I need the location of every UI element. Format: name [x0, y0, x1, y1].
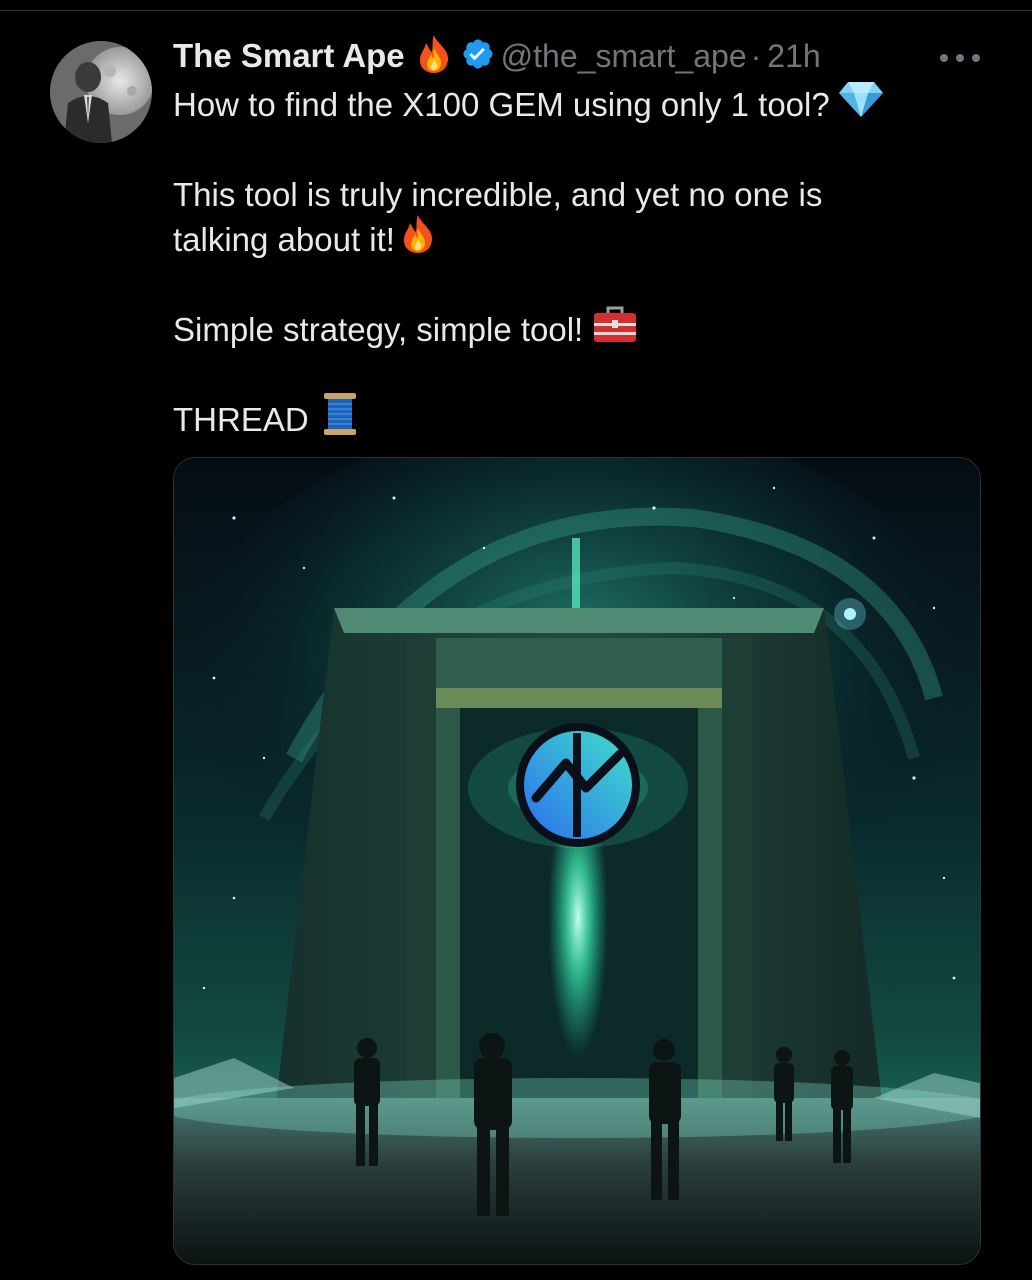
separator-dot: ·	[750, 37, 762, 74]
more-options-icon[interactable]	[940, 48, 980, 68]
tweet-text: How to find the X100 GEM using only 1 to…	[173, 82, 973, 442]
avatar[interactable]	[50, 41, 152, 143]
toolbox-icon	[593, 304, 637, 355]
spool-of-thread-icon	[323, 392, 357, 447]
text-line-1-content: How to find the X100 GEM using only 1 to…	[173, 86, 830, 123]
text-line-2-content: This tool is truly incredible, and yet n…	[173, 176, 823, 213]
text-line-4-content: Simple strategy, simple tool!	[173, 311, 584, 348]
top-divider	[0, 10, 1032, 11]
fire-icon	[401, 214, 435, 265]
text-line-3-content: talking about it!	[173, 221, 395, 258]
display-name[interactable]: The Smart Ape	[173, 37, 405, 75]
text-line-1: How to find the X100 GEM using only 1 to…	[173, 82, 973, 127]
text-line-5: THREAD	[173, 393, 973, 442]
portal-illustration	[174, 458, 980, 1264]
text-line-4: Simple strategy, simple tool!	[173, 304, 973, 355]
gem-icon	[838, 80, 884, 129]
timestamp[interactable]: 21h	[767, 38, 820, 75]
verified-badge-icon	[461, 37, 495, 76]
tweet-header: The Smart Ape @the_smart_ape · 21h	[173, 34, 821, 79]
text-line-5-content: THREAD	[173, 401, 309, 438]
fire-icon	[417, 34, 451, 79]
text-line-3: talking about it!	[173, 214, 973, 265]
handle[interactable]: @the_smart_ape	[501, 38, 747, 75]
tweet-media-image[interactable]	[173, 457, 981, 1265]
avatar-image	[50, 41, 152, 143]
text-line-2: This tool is truly incredible, and yet n…	[173, 172, 973, 217]
